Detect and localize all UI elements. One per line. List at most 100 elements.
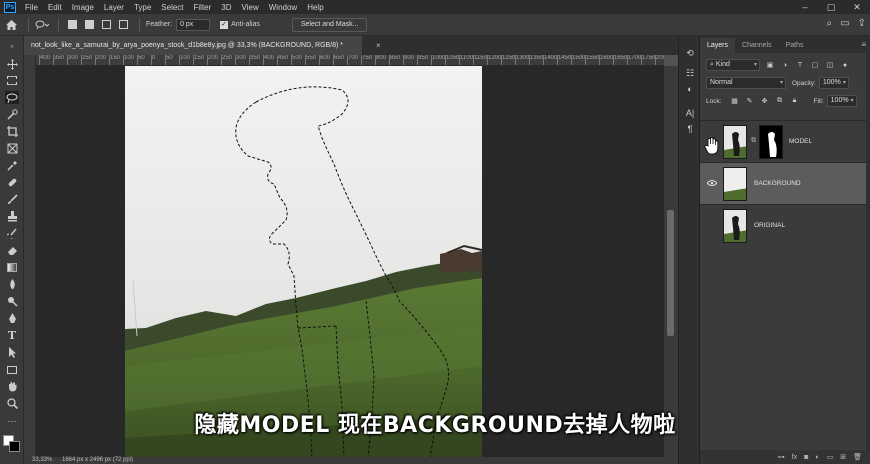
history-brush-tool-icon[interactable] [5, 227, 19, 240]
lock-artboard-icon[interactable]: ⧉ [775, 96, 785, 106]
properties-panel-icon[interactable]: ☷ [683, 66, 697, 80]
feather-input[interactable]: 0 px [176, 18, 211, 31]
clone-stamp-tool-icon[interactable] [5, 210, 19, 223]
new-group-icon[interactable]: ▭ [827, 453, 834, 461]
lock-all-icon[interactable]: 🔒︎ [790, 96, 800, 106]
filter-kind-select[interactable]: ⌕ Kind ▾ [706, 59, 760, 71]
horizontal-ruler[interactable]: 400 350 300 250 200 150 100 50 0 50 100 150 200 250 30… [36, 55, 664, 66]
workspace-icon[interactable]: ▭ [840, 18, 849, 29]
layer-style-icon[interactable]: fx [792, 454, 797, 461]
layer-row-original[interactable]: ORIGINAL [700, 204, 866, 246]
blur-tool-icon[interactable] [5, 278, 19, 291]
pixel-filter-icon[interactable]: ▣ [765, 60, 775, 70]
link-layers-icon[interactable]: ⊶ [778, 453, 785, 461]
menu-type[interactable]: Type [129, 3, 156, 12]
menu-edit[interactable]: Edit [43, 3, 67, 12]
layer-name[interactable]: ORIGINAL [754, 222, 785, 229]
crop-tool-icon[interactable] [5, 125, 19, 138]
frame-tool-icon[interactable] [5, 142, 19, 155]
add-mask-icon[interactable]: ◙ [804, 454, 808, 461]
canvas-area[interactable] [36, 66, 664, 457]
select-and-mask-button[interactable]: Select and Mask... [291, 17, 368, 32]
marquee-tool-icon[interactable] [5, 74, 19, 87]
lock-pixels-icon[interactable]: ✎ [745, 96, 755, 106]
adjustments-panel-icon[interactable]: ◐ [683, 82, 697, 96]
history-panel-icon[interactable]: ⟲ [683, 46, 697, 60]
menu-filter[interactable]: Filter [189, 3, 217, 12]
layer-row-model[interactable]: ⧉ MODEL [700, 120, 866, 162]
adjustment-layer-icon[interactable]: ◐ [815, 454, 819, 461]
menu-layer[interactable]: Layer [99, 3, 129, 12]
maximize-icon[interactable]: ▢ [818, 0, 844, 14]
layer-row-background[interactable]: BACKGROUND [700, 162, 866, 204]
subtract-from-selection-icon[interactable] [99, 18, 113, 32]
type-tool-icon[interactable]: T [5, 329, 19, 342]
background-color-swatch[interactable] [9, 441, 20, 452]
blend-mode-select[interactable]: Normal ▾ [706, 77, 786, 89]
smart-object-filter-icon[interactable]: ◫ [825, 60, 835, 70]
eraser-tool-icon[interactable] [5, 244, 19, 257]
close-tab-icon[interactable]: × [376, 41, 381, 50]
document-tab[interactable]: not_look_like_a_samurai_by_arya_poenya_s… [24, 36, 362, 55]
document-tab-bar: not_look_like_a_samurai_by_arya_poenya_s… [24, 36, 678, 55]
panel-menu-icon[interactable]: ≡ [861, 40, 866, 49]
intersect-selection-icon[interactable] [116, 18, 130, 32]
filter-toggle-icon[interactable]: ● [840, 60, 850, 70]
adjustment-filter-icon[interactable]: ◑ [780, 60, 790, 70]
close-window-icon[interactable]: ✕ [844, 0, 870, 14]
scrollbar-thumb[interactable] [667, 210, 674, 336]
share-icon[interactable]: ⇪ [858, 18, 866, 29]
move-tool-icon[interactable] [5, 58, 19, 71]
new-layer-icon[interactable]: ⊞ [840, 453, 846, 461]
menu-select[interactable]: Select [156, 3, 188, 12]
healing-brush-tool-icon[interactable] [5, 176, 19, 189]
tab-layers[interactable]: Layers [700, 38, 736, 53]
eye-icon[interactable] [706, 178, 718, 188]
menu-3d[interactable]: 3D [216, 3, 236, 12]
hand-tool-icon[interactable] [5, 380, 19, 393]
mask-link-icon[interactable]: ⧉ [751, 137, 756, 145]
layer-mask-thumbnail[interactable] [759, 125, 783, 159]
type-filter-icon[interactable]: T [795, 60, 805, 70]
minimize-icon[interactable]: – [792, 0, 818, 14]
delete-layer-icon[interactable]: 🗑︎ [853, 453, 862, 461]
lasso-preset-icon[interactable] [35, 18, 49, 32]
lock-transparency-icon[interactable]: ▦ [730, 96, 740, 106]
opacity-input[interactable]: 100% ▾ [818, 77, 849, 89]
quick-selection-tool-icon[interactable] [5, 108, 19, 121]
tab-channels[interactable]: Channels [735, 42, 779, 53]
tab-paths[interactable]: Paths [779, 42, 811, 53]
path-selection-tool-icon[interactable] [5, 346, 19, 359]
layers-scrollbar[interactable] [866, 53, 870, 450]
dodge-tool-icon[interactable] [5, 295, 19, 308]
zoom-level[interactable]: 33,33% [32, 457, 52, 463]
brush-tool-icon[interactable] [5, 193, 19, 206]
fill-input[interactable]: 100% ▾ [826, 95, 857, 107]
lock-position-icon[interactable]: ✥ [760, 96, 770, 106]
new-selection-icon[interactable] [65, 18, 79, 32]
menu-help[interactable]: Help [302, 3, 328, 12]
eyedropper-tool-icon[interactable] [5, 159, 19, 172]
visibility-toggle-off[interactable] [706, 220, 718, 230]
pen-tool-icon[interactable] [5, 312, 19, 325]
search-icon[interactable]: ⌕ [827, 18, 833, 29]
menu-file[interactable]: File [20, 3, 43, 12]
collapse-icon[interactable]: » [5, 40, 19, 53]
shape-filter-icon[interactable]: ▢ [810, 60, 820, 70]
menu-view[interactable]: View [237, 3, 264, 12]
menu-window[interactable]: Window [264, 3, 302, 12]
rectangle-tool-icon[interactable] [5, 363, 19, 376]
document-canvas[interactable] [36, 66, 664, 457]
layer-name[interactable]: MODEL [789, 138, 812, 145]
vertical-ruler[interactable] [24, 55, 36, 457]
paragraph-panel-icon[interactable]: ¶ [683, 122, 697, 136]
home-icon[interactable] [0, 14, 22, 36]
lasso-tool-icon[interactable] [5, 91, 19, 104]
vertical-scrollbar[interactable] [664, 66, 678, 457]
layer-name[interactable]: BACKGROUND [754, 180, 801, 187]
menu-image[interactable]: Image [67, 3, 99, 12]
character-panel-icon[interactable]: A| [683, 106, 697, 120]
add-to-selection-icon[interactable] [82, 18, 96, 32]
gradient-tool-icon[interactable] [5, 261, 19, 274]
antialias-checkbox[interactable]: ✓ [220, 20, 229, 29]
